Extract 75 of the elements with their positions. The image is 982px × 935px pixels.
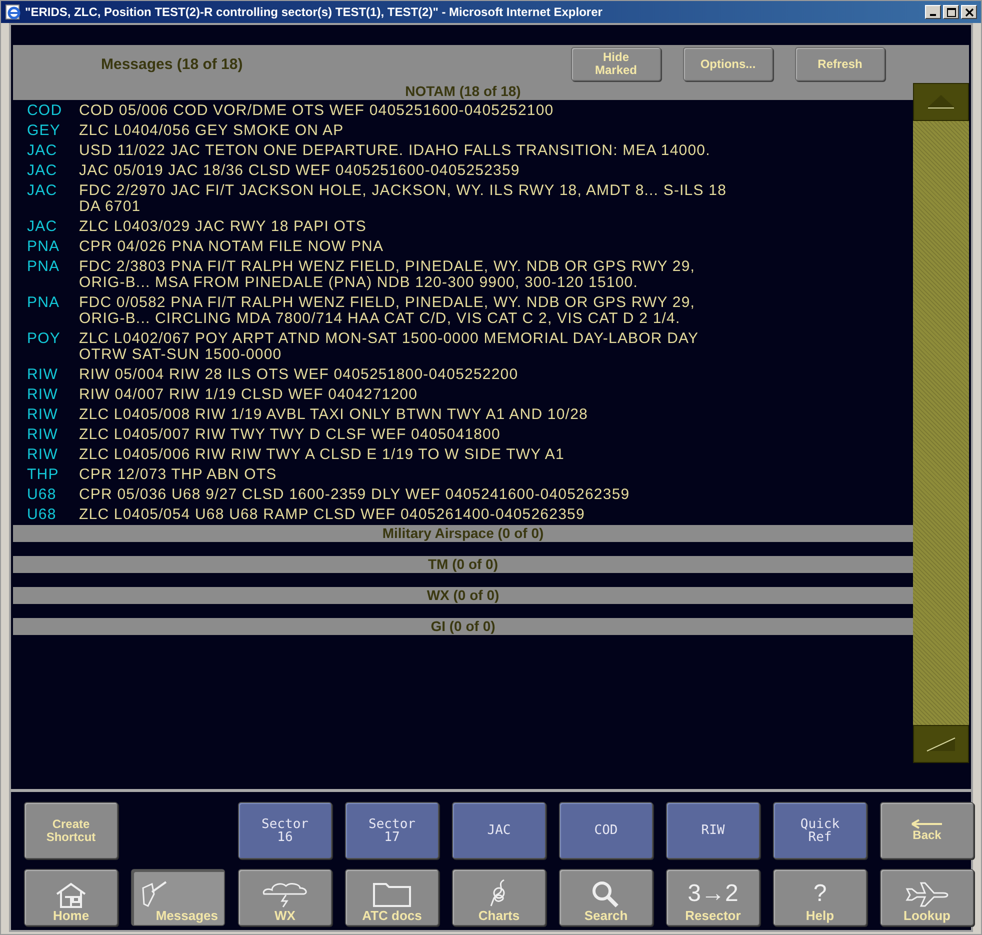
nav-button[interactable]: Search — [559, 869, 653, 926]
location-code: POY — [27, 331, 62, 349]
notam-text[interactable]: CPR 12/073 THP ABN OTS — [79, 467, 277, 483]
location-code: U68 — [27, 507, 58, 523]
location-code: JAC — [27, 163, 58, 179]
shortcut-button[interactable]: Sector 17 — [345, 802, 439, 859]
nav-button[interactable]: 3→2 Resector — [666, 869, 760, 926]
notam-text[interactable]: ZLC L0403/029 JAC RWY 18 PAPI OTS — [79, 219, 366, 235]
left-arrow-icon — [910, 819, 944, 829]
location-code: JAC — [27, 219, 58, 235]
shortcut-button[interactable]: RIW — [666, 802, 760, 859]
messages-title: Messages (18 of 18) — [101, 56, 244, 72]
location-code: RIW — [27, 407, 59, 423]
nav-button[interactable]: Charts — [452, 869, 546, 926]
nav-button[interactable]: Lookup — [880, 869, 974, 926]
notam-text[interactable]: ZLC L0402/067 POY ARPT ATND MON-SAT 1500-0000 MEMORIAL DAY-LABOR DAY OTRW SAT-SUN 1500-0000 — [79, 331, 699, 363]
section-header[interactable]: WX (0 of 0) — [13, 587, 913, 604]
close-button[interactable] — [961, 5, 977, 19]
action-button[interactable]: Create Shortcut — [24, 802, 118, 859]
folder-icon — [372, 880, 412, 908]
nav-button[interactable]: ? Help — [773, 869, 867, 926]
nav-button[interactable]: ATC docs — [345, 869, 439, 926]
section-header[interactable]: Military Airspace (0 of 0) — [13, 525, 913, 542]
section-header[interactable]: GI (0 of 0) — [13, 618, 913, 635]
location-code: THP — [27, 467, 60, 483]
browser-icon — [5, 4, 21, 20]
notam-text[interactable]: JAC 05/019 JAC 18/36 CLSD WEF 0405251600-0405252359 — [79, 163, 520, 179]
location-code: U68 — [27, 487, 58, 503]
notam-text[interactable]: USD 11/022 JAC TETON ONE DEPARTURE. IDAHO FALLS TRANSITION: MEA 14000. — [79, 143, 710, 159]
down-triangle-icon — [924, 735, 958, 753]
location-code: PNA — [27, 259, 61, 277]
header-button[interactable]: Hide Marked — [571, 47, 661, 81]
notam-text[interactable]: CPR 04/026 PNA NOTAM FILE NOW PNA — [79, 239, 384, 255]
shortcut-button[interactable]: Quick Ref — [773, 802, 867, 859]
location-code: JAC — [27, 183, 58, 201]
header-button[interactable]: Options... — [683, 47, 773, 81]
airplane-icon — [903, 880, 951, 908]
shortcut-button[interactable]: JAC — [452, 802, 546, 859]
notam-text[interactable]: ZLC L0405/006 RIW RIW TWY A CLSD E 1/19 TO W SIDE TWY A1 — [79, 447, 564, 463]
shortcut-button[interactable]: Sector 16 — [238, 802, 332, 859]
storm-cloud-icon — [260, 880, 310, 908]
notam-text[interactable]: RIW 04/007 RIW 1/19 CLSD WEF 0404271200 — [79, 387, 418, 403]
notam-text[interactable]: ZLC L0404/056 GEY SMOKE ON AP — [79, 123, 344, 139]
notam-text[interactable]: FDC 2/3803 PNA FI/T RALPH WENZ FIELD, PINEDALE, WY. NDB OR GPS RWY 29, ORIG-B... MSA FROM PINEDALE (PNA) NDB 120-300 9900, 300-120 15100. — [79, 259, 696, 291]
minimize-button[interactable] — [925, 5, 941, 19]
maximize-icon — [946, 8, 956, 16]
notam-text[interactable]: FDC 2/2970 JAC FI/T JACKSON HOLE, JACKSON, WY. ILS RWY 18, AMDT 8... S-ILS 18 DA 6701 — [79, 183, 727, 215]
window-title: "ERIDS, ZLC, Position TEST(2)-R controlling sector(s) TEST(1), TEST(2)" - Microsoft Internet Explorer — [25, 5, 604, 19]
nav-button[interactable]: Messages — [131, 869, 225, 926]
nav-button[interactable]: Home — [24, 869, 118, 926]
maximize-button[interactable] — [943, 5, 959, 19]
notam-text[interactable]: CPR 05/036 U68 9/27 CLSD 1600-2359 DLY WEF 0405241600-0405262359 — [79, 487, 630, 503]
location-code: PNA — [27, 239, 61, 255]
location-code: RIW — [27, 427, 59, 443]
notam-text[interactable]: ZLC L0405/007 RIW TWY TWY D CLSF WEF 0405041800 — [79, 427, 500, 443]
close-icon — [964, 8, 974, 16]
house-icon — [55, 882, 87, 908]
notam-text[interactable]: RIW 05/004 RIW 28 ILS OTS WEF 0405251800-0405252200 — [79, 367, 518, 383]
notam-text[interactable]: ZLC L0405/054 U68 U68 RAMP CLSD WEF 0405261400-0405262359 — [79, 507, 585, 523]
location-code: RIW — [27, 367, 59, 383]
location-code: COD — [27, 103, 64, 119]
section-header[interactable]: NOTAM (18 of 18) — [13, 83, 913, 100]
location-code: PNA — [27, 295, 61, 313]
header-button[interactable]: Refresh — [795, 47, 885, 81]
shortcut-button[interactable]: COD — [559, 802, 653, 859]
notam-text[interactable]: FDC 0/0582 PNA FI/T RALPH WENZ FIELD, PINEDALE, WY. NDB OR GPS RWY 29, ORIG-B... CIRCLING MDA 7800/714 HAA CAT C/D, VIS CAT C 2, VIS CAT D 2 1/4. — [79, 295, 696, 327]
section-header[interactable]: TM (0 of 0) — [13, 556, 913, 573]
location-code: RIW — [27, 447, 59, 463]
notam-text[interactable]: ZLC L0405/008 RIW 1/19 AVBL TAXI ONLY BTWN TWY A1 AND 10/28 — [79, 407, 588, 423]
notam-text[interactable]: COD 05/006 COD VOR/DME OTS WEF 0405251600-0405252100 — [79, 103, 554, 119]
location-code: GEY — [27, 123, 62, 139]
location-code: RIW — [27, 387, 59, 403]
location-code: JAC — [27, 143, 58, 159]
nav-button[interactable]: WX — [238, 869, 332, 926]
back-button[interactable]: Back — [880, 802, 974, 859]
